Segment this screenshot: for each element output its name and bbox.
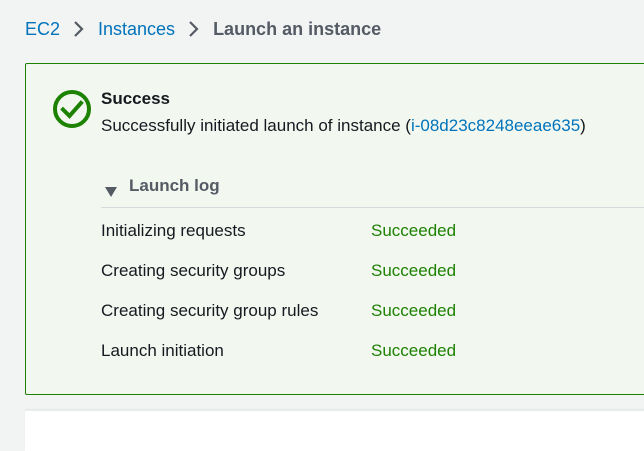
log-step: Initializing requests <box>101 221 246 240</box>
flash-message: Successfully initiated launch of instanc… <box>101 115 586 137</box>
log-entry: Initializing requests Succeeded <box>101 220 621 260</box>
log-step: Creating security groups <box>101 261 286 280</box>
next-steps-panel <box>25 410 644 451</box>
success-flash-message: Success Successfully initiated launch of… <box>25 63 644 395</box>
instance-id-link[interactable]: i-08d23c8248eeae635 <box>411 116 580 135</box>
launch-log-toggle[interactable]: Launch log <box>105 175 220 197</box>
log-status: Succeeded <box>371 341 457 360</box>
log-step: Launch initiation <box>101 341 224 360</box>
log-entry: Creating security groups Succeeded <box>101 260 621 300</box>
breadcrumb-instances-link[interactable]: Instances <box>98 17 175 41</box>
log-entry: Launch initiation Succeeded <box>101 340 621 380</box>
log-entry: Creating security group rules Succeeded <box>101 300 621 340</box>
flash-message-suffix: ) <box>580 116 586 135</box>
launch-log-list: Initializing requests Succeeded Creating… <box>101 220 621 380</box>
flash-message-prefix: Successfully initiated launch of instanc… <box>101 116 411 135</box>
log-step: Creating security group rules <box>101 301 319 320</box>
breadcrumb: EC2 Instances Launch an instance <box>25 17 381 41</box>
chevron-right-icon <box>60 17 98 41</box>
breadcrumb-current: Launch an instance <box>213 19 382 39</box>
breadcrumb-ec2-link[interactable]: EC2 <box>25 17 60 41</box>
divider <box>101 207 644 208</box>
log-status: Succeeded <box>371 221 457 240</box>
log-status: Succeeded <box>371 261 457 280</box>
check-circle-icon <box>52 89 92 129</box>
log-status: Succeeded <box>371 301 457 320</box>
caret-down-icon <box>105 181 117 197</box>
chevron-right-icon <box>175 17 213 41</box>
flash-title: Success <box>101 89 170 108</box>
launch-log-label: Launch log <box>129 176 220 195</box>
